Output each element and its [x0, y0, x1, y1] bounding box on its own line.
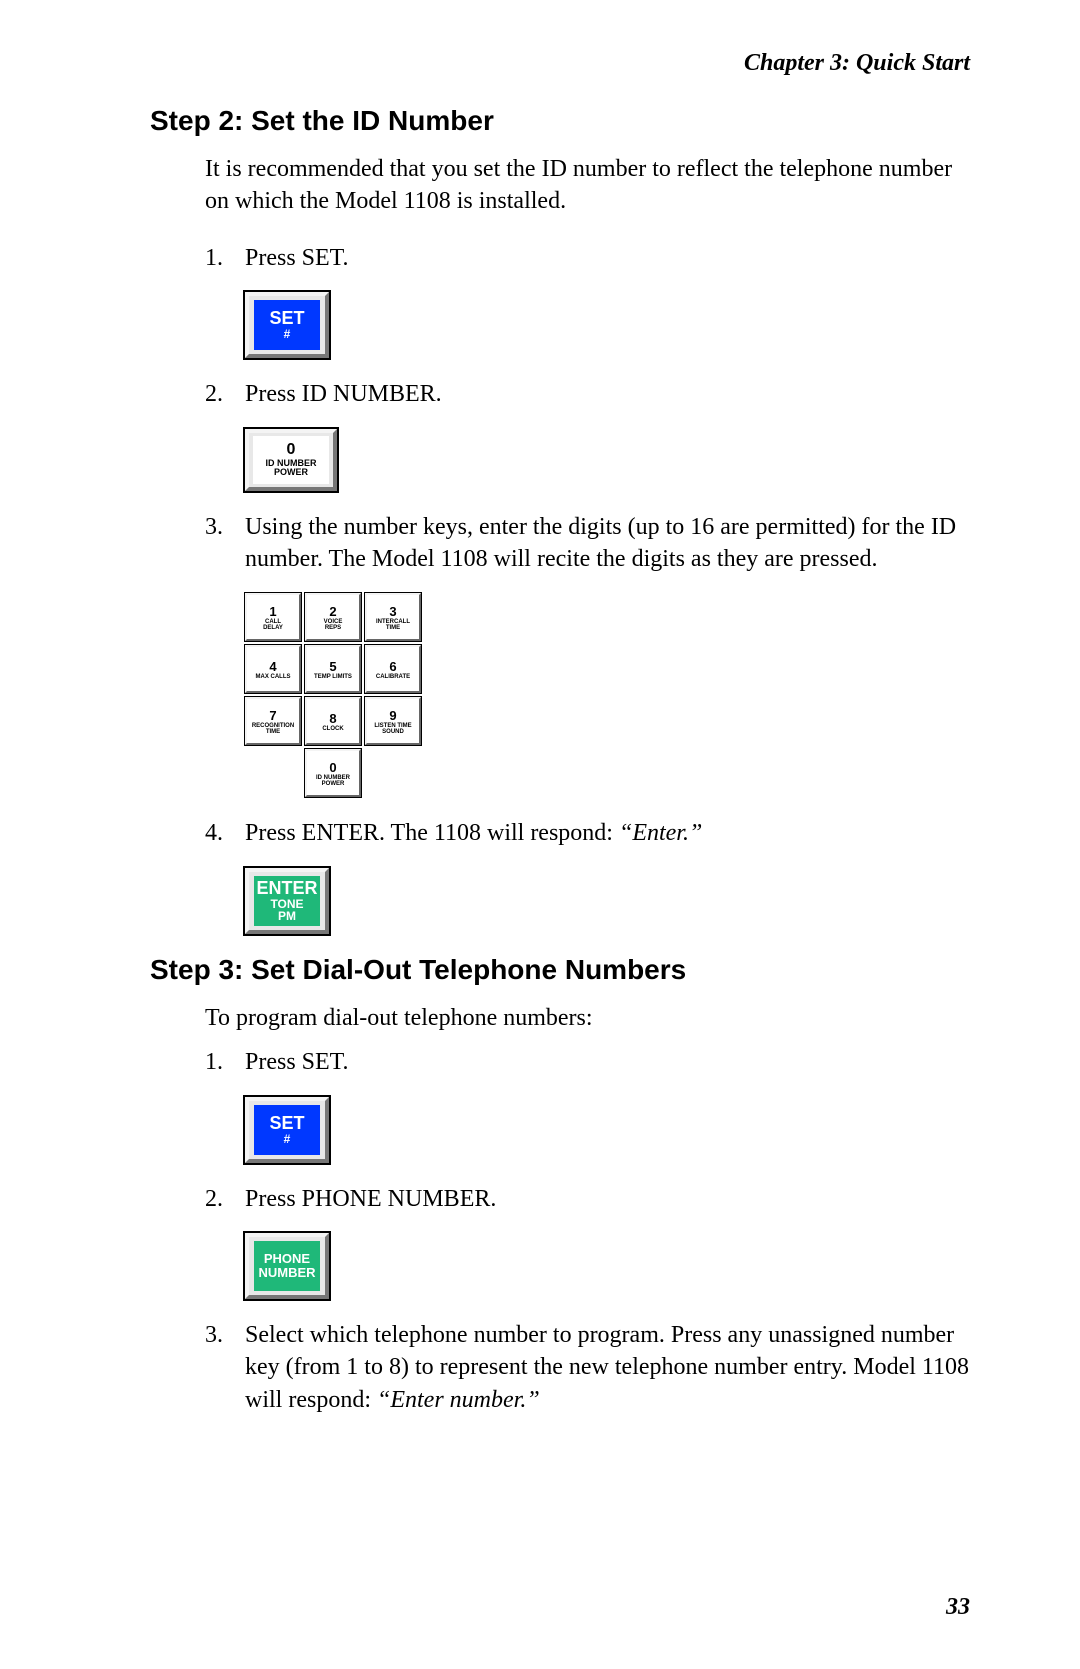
list-text-pre: Press ENTER. The 1108 will respond: [245, 820, 619, 846]
set-key-icon: SET # [245, 292, 329, 358]
keypad-key-9: 9 LISTEN TIME SOUND [365, 697, 421, 745]
list-text-pre: Select which telephone number to program… [245, 1322, 969, 1413]
key-sublabel: CALIBRATE [376, 674, 410, 680]
keypad-key-1: 1 CALL DELAY [245, 593, 301, 641]
list-number: 3. [205, 1319, 245, 1416]
key-sublabel: CLOCK [322, 726, 343, 732]
key-digit: 7 [269, 708, 276, 723]
list-number: 2. [205, 378, 245, 410]
step3-item-2: 2. Press PHONE NUMBER. [205, 1183, 970, 1215]
key-label: SET [269, 1114, 304, 1133]
keypad-key-8: 8 CLOCK [305, 697, 361, 745]
key-sublabel: MAX CALLS [256, 674, 291, 680]
list-text-quote: “Enter.” [619, 820, 702, 846]
step3-intro: To program dial-out telephone numbers: [205, 1002, 970, 1034]
list-text: Press ID NUMBER. [245, 378, 970, 410]
step2-item-4: 4. Press ENTER. The 1108 will respond: “… [205, 817, 970, 849]
list-text: Using the number keys, enter the digits … [245, 511, 970, 576]
key-sublabel: POWER [322, 781, 345, 787]
list-text-quote: “Enter number.” [377, 1387, 540, 1413]
chapter-header: Chapter 3: Quick Start [150, 50, 970, 77]
step2-item-2: 2. Press ID NUMBER. [205, 378, 970, 410]
key-digit: 3 [389, 604, 396, 619]
step2-intro: It is recommended that you set the ID nu… [205, 153, 970, 218]
keypad-key-5: 5 TEMP LIMITS [305, 645, 361, 693]
key-sublabel: TIME [266, 729, 280, 735]
list-text: Press ENTER. The 1108 will respond: “Ent… [245, 817, 970, 849]
key-digit: 4 [269, 659, 276, 674]
key-sublabel: NUMBER [258, 1266, 315, 1280]
keypad-key-7: 7 RECOGNITION TIME [245, 697, 301, 745]
list-number: 1. [205, 242, 245, 274]
list-number: 1. [205, 1046, 245, 1078]
key-sublabel: REPS [325, 625, 341, 631]
key-label: SET [269, 309, 304, 328]
key-sublabel: SOUND [382, 729, 404, 735]
keypad-key-0: 0 ID NUMBER POWER [305, 749, 361, 797]
key-digit: 5 [329, 659, 336, 674]
key-digit: 6 [389, 659, 396, 674]
keypad-key-2: 2 VOICE REPS [305, 593, 361, 641]
id-number-key-icon: 0 ID NUMBER POWER [245, 429, 337, 491]
page-number: 33 [946, 1594, 970, 1621]
key-sublabel: # [284, 328, 291, 341]
step2-item-1: 1. Press SET. [205, 242, 970, 274]
step2-heading: Step 2: Set the ID Number [150, 105, 970, 137]
key-sublabel: PM [278, 910, 296, 923]
step2-item-3: 3. Using the number keys, enter the digi… [205, 511, 970, 576]
step3-item-1: 1. Press SET. [205, 1046, 970, 1078]
step3-item-3: 3. Select which telephone number to prog… [205, 1319, 970, 1416]
keypad-blank [245, 749, 301, 797]
key-digit: 2 [329, 604, 336, 619]
list-number: 2. [205, 1183, 245, 1215]
list-text: Press SET. [245, 242, 970, 274]
set-key-icon: SET # [245, 1097, 329, 1163]
key-label: ENTER [256, 879, 317, 898]
list-number: 3. [205, 511, 245, 576]
numeric-keypad-icon: 1 CALL DELAY 2 VOICE REPS 3 INTERCALL TI… [245, 593, 970, 797]
key-digit: 8 [329, 711, 336, 726]
key-sublabel: DELAY [263, 625, 283, 631]
key-sublabel: TEMP LIMITS [314, 674, 352, 680]
key-digit: 1 [269, 604, 276, 619]
list-text: Select which telephone number to program… [245, 1319, 970, 1416]
keypad-blank [365, 749, 421, 797]
step3-heading: Step 3: Set Dial-Out Telephone Numbers [150, 954, 970, 986]
phone-number-key-icon: PHONE NUMBER [245, 1233, 329, 1299]
key-digit: 0 [287, 442, 296, 459]
keypad-key-3: 3 INTERCALL TIME [365, 593, 421, 641]
enter-key-icon: ENTER TONE PM [245, 868, 329, 934]
key-sublabel: POWER [274, 468, 308, 477]
keypad-key-4: 4 MAX CALLS [245, 645, 301, 693]
list-text: Press SET. [245, 1046, 970, 1078]
key-sublabel: # [284, 1133, 291, 1146]
key-label: PHONE [264, 1252, 310, 1266]
key-digit: 9 [389, 708, 396, 723]
keypad-key-6: 6 CALIBRATE [365, 645, 421, 693]
list-number: 4. [205, 817, 245, 849]
list-text: Press PHONE NUMBER. [245, 1183, 970, 1215]
key-digit: 0 [329, 760, 336, 775]
key-sublabel: TIME [386, 625, 400, 631]
